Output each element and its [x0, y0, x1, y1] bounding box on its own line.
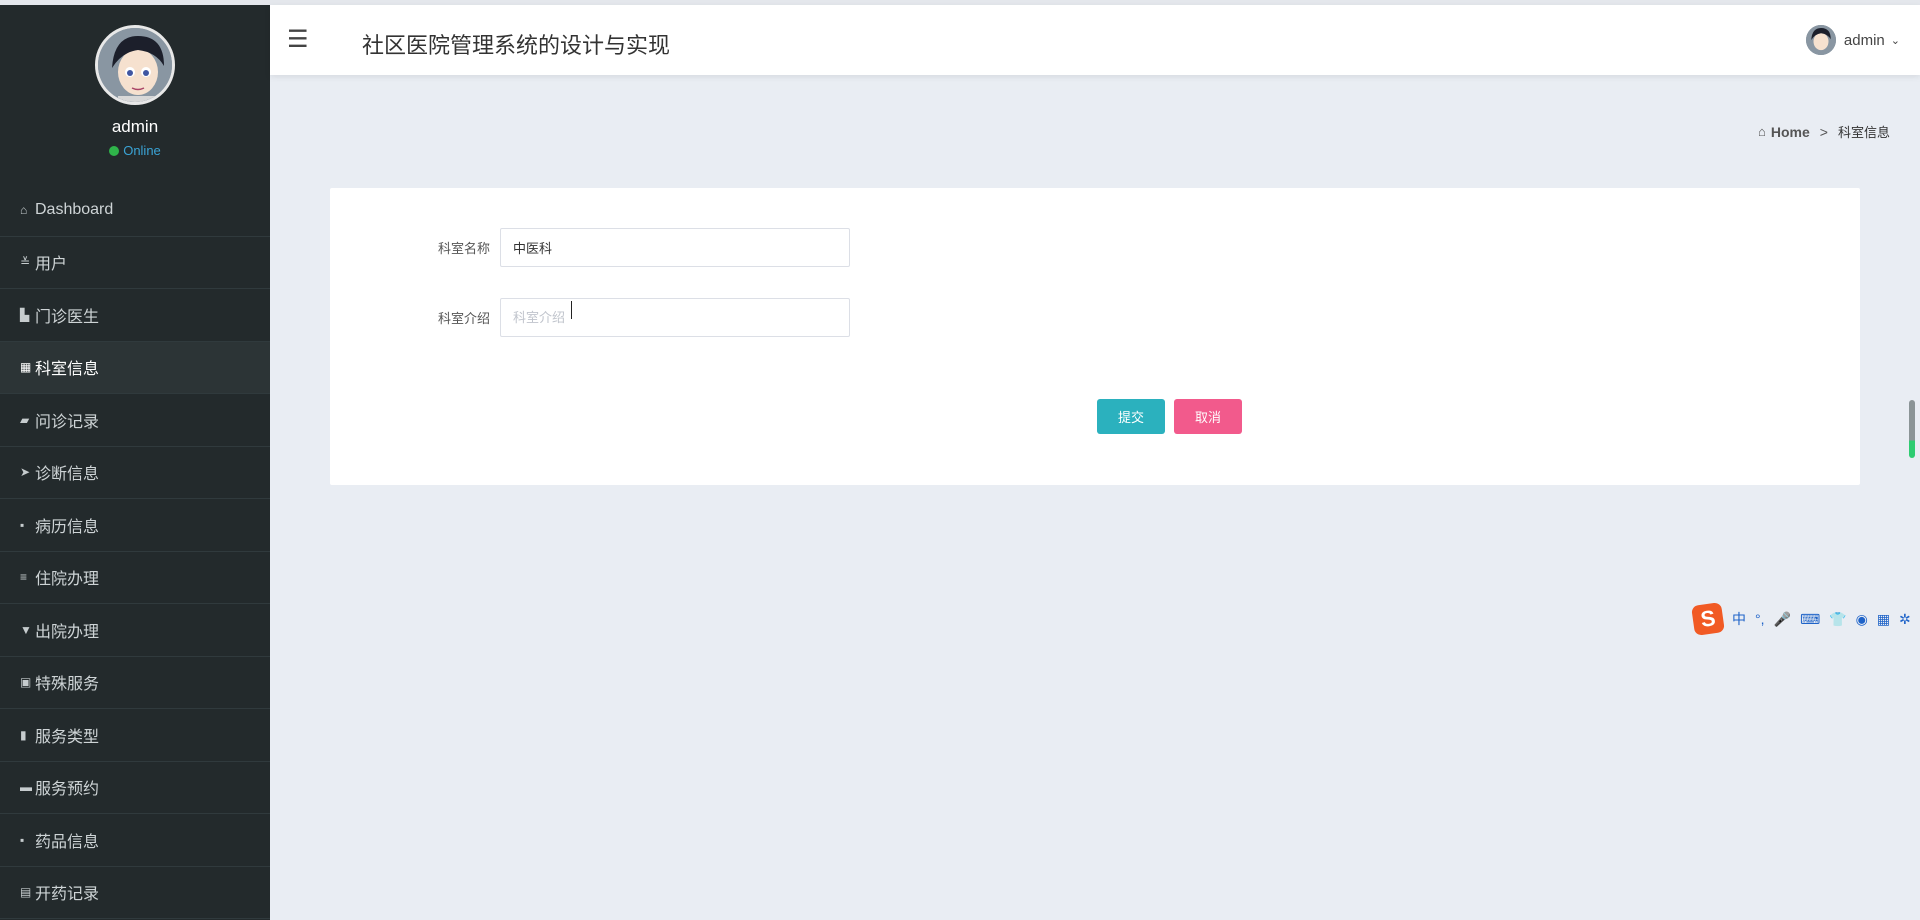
ime-tool-icon[interactable]: ✲ — [1899, 611, 1911, 628]
bar-chart-icon: ▮ — [20, 727, 27, 742]
user-name: admin — [1843, 31, 1885, 49]
breadcrumb-current: 科室信息 — [1837, 125, 1890, 140]
ime-tool-icon[interactable]: 中 — [1732, 609, 1746, 629]
sliders-icon: ≚ — [20, 255, 31, 270]
avatar — [95, 25, 175, 105]
sidebar-item-menu-1[interactable]: ≚ 用户 — [0, 237, 270, 289]
send-icon: ➤ — [20, 465, 31, 480]
cancel-button[interactable]: 取消 — [1174, 399, 1242, 434]
ime-tool-icon[interactable]: ⌨ — [1800, 611, 1820, 628]
scrollbar-thumb[interactable] — [1909, 400, 1915, 458]
department-name-label: 科室名称 — [437, 241, 490, 256]
sidebar-item-label: 问诊记录 — [35, 413, 100, 431]
sidebar-item-menu-5[interactable]: ➤ 诊断信息 — [0, 447, 270, 499]
sidebar-item-menu-10[interactable]: ▮ 服务类型 — [0, 709, 270, 762]
ime-tool-icon[interactable]: °, — [1755, 611, 1765, 627]
department-name-input[interactable] — [500, 228, 850, 267]
ime-tool-icon[interactable]: ▦ — [1877, 611, 1890, 628]
form-row-intro: 科室介绍 — [330, 298, 850, 337]
submit-button[interactable]: 提交 — [1097, 399, 1165, 434]
sidebar-item-label: 药品信息 — [35, 833, 100, 851]
sidebar-item-label: 科室信息 — [35, 361, 100, 379]
sidebar-item-menu-6[interactable]: ▪ 病历信息 — [0, 499, 270, 552]
sidebar-nav: ⌂ Dashboard ≚ 用户 ▙ 门诊医生 ▦ 科室信息 ▰ 问诊记录 ➤ 诊断信息 ▪ 病历信息 ≡ 住… — [0, 184, 270, 919]
building-icon: ▙ — [20, 307, 30, 322]
sidebar: admin Online ⌂ Dashboard ≚ 用户 ▙ 门诊医生 ▦ 科室信息 ▰ 问诊记… — [0, 5, 270, 920]
ime-tool-icon[interactable]: ◉ — [1856, 611, 1868, 628]
form-row-name: 科室名称 — [330, 228, 850, 267]
breadcrumb-home[interactable]: ⌂ Home — [1758, 124, 1810, 140]
monitor-icon: ▬ — [20, 780, 32, 795]
sidebar-item-menu-4[interactable]: ▰ 问诊记录 — [0, 394, 270, 447]
user-menu[interactable]: admin ⌄ — [1805, 25, 1900, 55]
sidebar-item-label: 诊断信息 — [35, 466, 100, 484]
menu-toggle-icon[interactable]: ☰ — [287, 25, 309, 54]
status-badge: Online — [109, 143, 161, 158]
online-dot-icon — [109, 145, 120, 156]
breadcrumb: ⌂ Home > 科室信息 — [1758, 122, 1890, 141]
app-title: 社区医院管理系统的设计与实现 — [362, 33, 671, 58]
sidebar-item-label: 出院办理 — [35, 623, 100, 641]
list-icon: ≡ — [20, 570, 28, 585]
sidebar-item-menu-12[interactable]: ▪ 药品信息 — [0, 814, 270, 867]
top-header: ☰ 社区医院管理系统的设计与实现 admin ⌄ — [270, 5, 1920, 75]
ime-tool-icon[interactable]: 👕 — [1829, 611, 1846, 628]
sidebar-item-label: 服务类型 — [35, 728, 100, 746]
checklist-icon: ▣ — [20, 675, 32, 690]
sidebar-item-menu-8[interactable]: ▼ 出院办理 — [0, 604, 270, 657]
ime-tool-icon[interactable]: 🎤 — [1774, 611, 1791, 628]
sidebar-item-label: 服务预约 — [35, 781, 100, 799]
apps-icon: ▪ — [20, 832, 25, 847]
text-cursor-icon — [571, 301, 573, 319]
sidebar-item-menu-13[interactable]: ▤ 开药记录 — [0, 867, 270, 919]
home-icon: ⌂ — [1758, 124, 1766, 139]
thumb-icon: ▰ — [20, 412, 30, 427]
clipboard-icon: ▤ — [20, 885, 32, 900]
ime-logo-icon[interactable]: S — [1691, 602, 1725, 636]
sidebar-item-label: 病历信息 — [35, 518, 100, 536]
profile-panel: admin Online — [0, 5, 270, 184]
anime-avatar-image — [98, 28, 172, 102]
pin-icon: ▼ — [20, 622, 32, 637]
grid-icon: ▦ — [20, 360, 32, 375]
ime-icon-group: 中 °, 🎤 ⌨ 👕 ◉ ▦ ✲ — [1732, 609, 1911, 629]
status-text: Online — [123, 143, 161, 158]
breadcrumb-home-label: Home — [1770, 123, 1810, 140]
department-intro-input[interactable] — [500, 298, 850, 337]
sidebar-item-menu-11[interactable]: ▬ 服务预约 — [0, 762, 270, 814]
apps-icon: ▪ — [20, 517, 25, 532]
sidebar-item-menu-2[interactable]: ▙ 门诊医生 — [0, 289, 270, 342]
sidebar-item-label: Dashboard — [35, 200, 114, 218]
department-intro-label: 科室介绍 — [437, 311, 490, 326]
sidebar-item-label: 用户 — [35, 256, 68, 274]
sidebar-item-dashboard[interactable]: ⌂ Dashboard — [0, 184, 270, 237]
sidebar-item-label: 门诊医生 — [35, 308, 100, 326]
breadcrumb-separator: > — [1819, 123, 1828, 140]
avatar — [1805, 25, 1836, 55]
sidebar-item-menu-9[interactable]: ▣ 特殊服务 — [0, 657, 270, 709]
sidebar-item-label: 住院办理 — [35, 571, 100, 589]
department-form-card: 科室名称 科室介绍 提交 取消 — [330, 188, 1860, 485]
profile-name: admin — [111, 117, 159, 136]
anime-avatar-image — [1805, 25, 1836, 55]
sidebar-item-label: 特殊服务 — [35, 676, 100, 694]
home-icon: ⌂ — [20, 202, 28, 217]
sidebar-item-label: 开药记录 — [35, 886, 100, 904]
chevron-down-icon: ⌄ — [1890, 34, 1900, 47]
ime-toolbar: S 中 °, 🎤 ⌨ 👕 ◉ ▦ ✲ — [1691, 602, 1920, 636]
sidebar-item-menu-7[interactable]: ≡ 住院办理 — [0, 552, 270, 604]
sidebar-item-menu-3[interactable]: ▦ 科室信息 — [0, 341, 270, 394]
